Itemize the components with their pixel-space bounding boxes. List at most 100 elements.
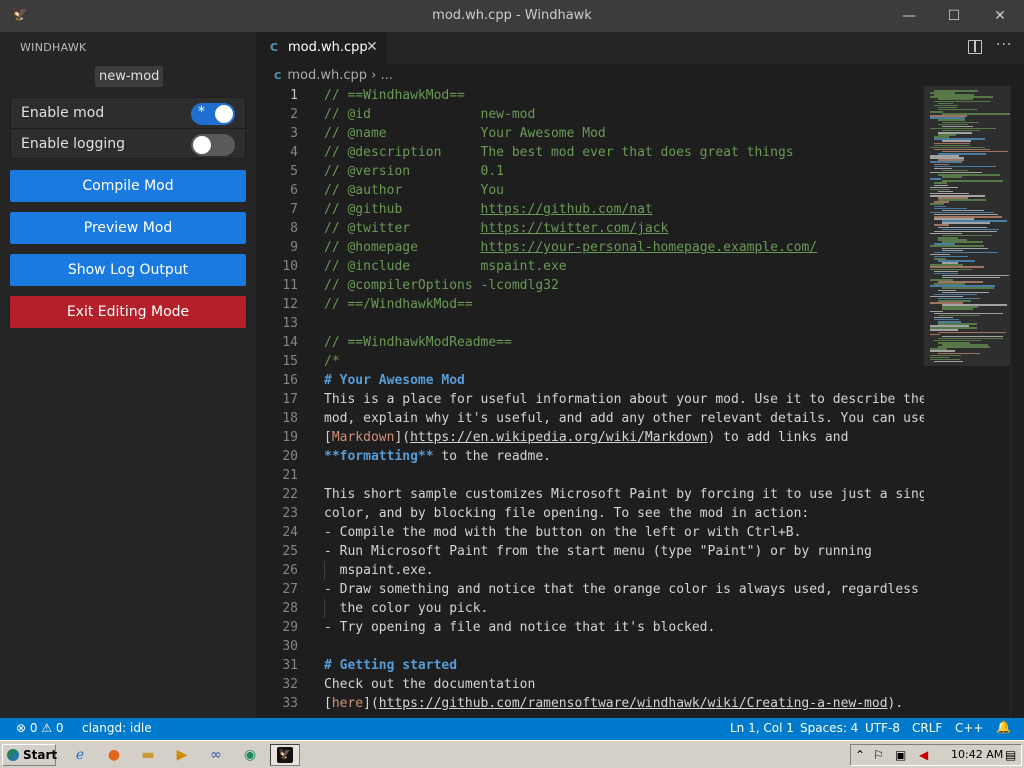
code-line[interactable]: 5 // @version 0.1 [256,162,924,181]
code-text: // @homepage https://your-personal-homep… [324,238,817,257]
code-link[interactable]: https://en.wikipedia.org/wiki/Markdown [410,430,707,445]
code-link[interactable]: https://github.com/nat [481,202,653,217]
cursor-position[interactable]: Ln 1, Col 1 [730,721,794,735]
exit-editing-mode-button[interactable]: Exit Editing Mode [10,296,246,328]
cpp-file-icon: C [274,71,282,82]
code-line[interactable]: 31 # Getting started [256,656,924,675]
code-line[interactable]: 19 [Markdown](https://en.wikipedia.org/wi… [256,428,924,447]
code-line[interactable]: 17 This is a place for useful information… [256,390,924,409]
code-line[interactable]: 9 // @homepage https://your-personal-home… [256,238,924,257]
app-circle-icon[interactable]: ◉ [240,746,260,764]
code-line[interactable]: 23 color, and by blocking file opening. T… [256,504,924,523]
code-line[interactable]: 11 // @compilerOptions -lcomdlg32 [256,276,924,295]
code-line[interactable]: 18 mod, explain why it's useful, and add … [256,409,924,428]
link-icon[interactable]: ∞ [206,746,226,764]
folder-icon[interactable]: ▬ [138,746,158,764]
more-actions-icon[interactable]: ··· [996,37,1012,53]
code-line[interactable]: 30 [256,637,924,656]
network-icon[interactable]: ▣ [895,748,906,762]
code-line[interactable]: 8 // @twitter https://twitter.com/jack [256,219,924,238]
code-line[interactable]: 33 [here](https://github.com/ramensoftwar… [256,694,924,713]
code-line[interactable]: 14 // ==WindhawkModReadme== [256,333,924,352]
code-line[interactable]: 13 [256,314,924,333]
code-line[interactable]: 10 // @include mspaint.exe [256,257,924,276]
code-line[interactable]: 29 - Try opening a file and notice that i… [256,618,924,637]
minimap[interactable] [924,86,1024,718]
code-link[interactable]: https://your-personal-homepage.example.c… [481,240,818,255]
eol-setting[interactable]: CRLF [912,721,942,735]
code-line[interactable]: 24 - Compile the mod with the button on t… [256,523,924,542]
language-mode[interactable]: C++ [955,721,984,735]
code-text: // @author You [324,181,504,200]
code-line[interactable]: 21 [256,466,924,485]
vertical-scrollbar[interactable] [1010,86,1024,718]
code-line[interactable]: 15 /* [256,352,924,371]
volume-muted-icon[interactable]: ◀ [919,748,928,762]
breadcrumb-symbol[interactable]: ... [380,68,392,83]
code-token: [ [324,696,332,711]
tab-mod-wh-cpp[interactable]: C mod.wh.cpp ✕ [256,32,386,64]
code-line[interactable]: 7 // @github https://github.com/nat [256,200,924,219]
code-line[interactable]: 2 // @id new-mod [256,105,924,124]
encoding-setting[interactable]: UTF-8 [865,721,900,735]
code-text: // @name Your Awesome Mod [324,124,606,143]
line-number: 28 [282,601,298,616]
clock[interactable]: 10:42 AM [951,748,1003,761]
code-token: - Compile the mod with the button on the… [324,525,802,540]
sidebar: WINDHAWK new-mod Enable mod * Enable log… [0,32,256,718]
breadcrumb-file[interactable]: mod.wh.cpp [287,68,367,83]
code-line[interactable]: 4 // @description The best mod ever that … [256,143,924,162]
enable-logging-toggle[interactable] [191,134,235,156]
compile-mod-button[interactable]: Compile Mod [10,170,246,202]
code-token: to the readme. [433,449,551,464]
notifications-bell-icon[interactable]: 🔔 [996,720,1011,734]
notification-icon[interactable]: ▤ [1005,748,1016,762]
media-player-icon[interactable]: ▶ [172,746,192,764]
code-line[interactable]: 6 // @author You [256,181,924,200]
code-line[interactable]: 27 - Draw something and notice that the o… [256,580,924,599]
start-button[interactable]: Start [2,744,57,766]
asterisk-icon: * [198,104,205,120]
maximize-button[interactable]: ☐ [931,0,977,32]
line-number: 31 [282,658,298,673]
code-text: - Compile the mod with the button on the… [324,523,801,542]
close-button[interactable]: ✕ [977,0,1023,32]
code-line[interactable]: 16 # Your Awesome Mod [256,371,924,390]
code-link[interactable]: https://twitter.com/jack [481,221,669,236]
tab-close-icon[interactable]: ✕ [366,39,378,55]
firefox-icon[interactable]: ● [104,746,124,764]
code-line[interactable]: 26 mspaint.exe. [256,561,924,580]
language-server-status[interactable]: clangd: idle [82,721,152,735]
line-number: 17 [282,392,298,407]
code-line[interactable]: 1 // ==WindhawkMod== [256,86,924,105]
code-area[interactable]: 1 // ==WindhawkMod== 2 // @id new-mod 3 // @n… [256,86,924,718]
code-line[interactable]: 20 **formatting** to the readme. [256,447,924,466]
code-line[interactable]: 3 // @name Your Awesome Mod [256,124,924,143]
code-line[interactable]: 32 Check out the documentation [256,675,924,694]
code-link[interactable]: https://github.com/ramensoftware/windhaw… [379,696,888,711]
flag-icon[interactable]: ⚐ [873,748,884,762]
code-line[interactable]: 22 This short sample customizes Microsoft… [256,485,924,504]
code-line[interactable]: 25 - Run Microsoft Paint from the start m… [256,542,924,561]
enable-mod-toggle[interactable]: * [191,103,235,125]
line-number: 18 [282,411,298,426]
code-token: Markdown [331,430,395,445]
code-line[interactable]: 28 the color you pick. [256,599,924,618]
split-editor-icon[interactable] [968,40,982,54]
code-text: - Draw something and notice that the ora… [324,580,924,599]
line-number: 24 [282,525,298,540]
code-text: Check out the documentation [324,675,535,694]
code-text: color, and by blocking file opening. To … [324,504,809,523]
ie-icon[interactable]: ℯ [70,746,90,764]
indentation-setting[interactable]: Spaces: 4 [800,721,858,735]
preview-mod-button[interactable]: Preview Mod [10,212,246,244]
code-token: // @twitter [324,221,481,236]
windhawk-taskbar-button[interactable]: 🦅 [270,744,300,766]
code-line[interactable]: 12 // ==/WindhawkMod== [256,295,924,314]
minimize-button[interactable]: — [886,0,932,32]
problems-indicator[interactable]: ⊗ 0 ⚠ 0 [16,721,64,735]
show-log-output-button[interactable]: Show Log Output [10,254,246,286]
tray-expand-icon[interactable]: ⌃ [855,748,865,762]
line-number: 19 [282,430,298,445]
title-bar: 🦅 mod.wh.cpp - Windhawk — ☐ ✕ [0,0,1024,32]
